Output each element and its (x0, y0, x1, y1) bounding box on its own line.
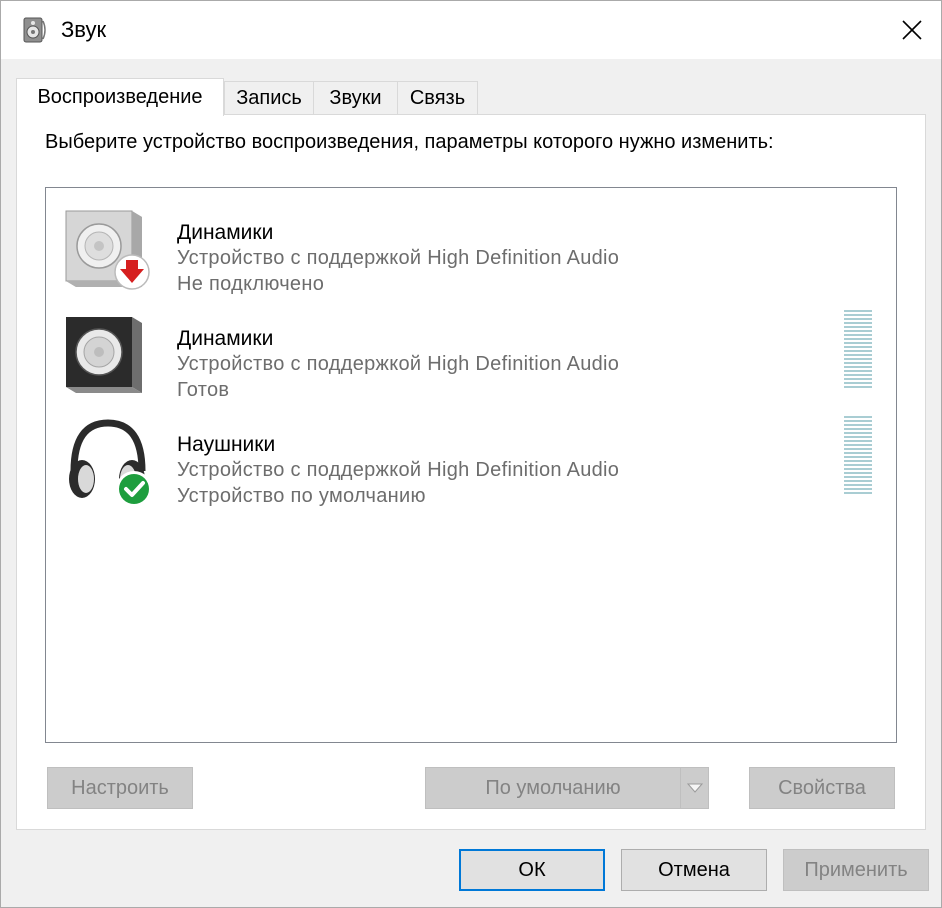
volume-level-meter (844, 310, 872, 388)
configure-button[interactable]: Настроить (47, 767, 193, 809)
device-description: Устройство с поддержкой High Definition … (177, 247, 620, 269)
chevron-down-icon (686, 783, 703, 793)
cancel-button[interactable]: Отмена (621, 849, 767, 891)
playback-panel: Выберите устройство воспроизведения, пар… (16, 114, 926, 830)
device-item[interactable]: Динамики Устройство с поддержкой High De… (46, 201, 896, 301)
sound-app-icon (21, 15, 49, 45)
device-name: Динамики (177, 327, 274, 350)
apply-button[interactable]: Применить (783, 849, 929, 891)
tab-recording[interactable]: Запись (224, 81, 314, 115)
speaker-disconnected-icon (60, 201, 156, 297)
instruction-text: Выберите устройство воспроизведения, пар… (45, 131, 774, 153)
window-title: Звук (61, 17, 107, 42)
ok-button[interactable]: ОК (459, 849, 605, 891)
device-list[interactable]: Динамики Устройство с поддержкой High De… (45, 187, 897, 743)
device-status: Устройство по умолчанию (177, 485, 426, 507)
headphones-default-icon (60, 413, 156, 509)
title-bar[interactable]: Звук (1, 1, 941, 59)
device-status: Готов (177, 379, 230, 401)
device-name: Динамики (177, 221, 274, 244)
device-item[interactable]: Динамики Устройство с поддержкой High De… (46, 307, 896, 407)
tab-sounds[interactable]: Звуки (313, 81, 398, 115)
properties-button[interactable]: Свойства (749, 767, 895, 809)
sound-dialog: Звук Воспроизведение Запись Звуки Связь … (0, 0, 942, 908)
device-item[interactable]: Наушники Устройство с поддержкой High De… (46, 413, 896, 513)
device-description: Устройство с поддержкой High Definition … (177, 459, 620, 481)
device-status: Не подключено (177, 273, 325, 295)
set-default-label: По умолчанию (485, 776, 621, 799)
volume-level-meter (844, 416, 872, 494)
set-default-split-button[interactable]: По умолчанию (425, 767, 709, 809)
set-default-dropdown[interactable] (680, 768, 708, 808)
close-button[interactable] (883, 1, 941, 59)
close-icon (902, 20, 922, 40)
speaker-icon (60, 307, 156, 403)
device-description: Устройство с поддержкой High Definition … (177, 353, 620, 375)
tab-communications[interactable]: Связь (397, 81, 478, 115)
device-name: Наушники (177, 433, 276, 456)
tab-playback[interactable]: Воспроизведение (16, 78, 224, 116)
